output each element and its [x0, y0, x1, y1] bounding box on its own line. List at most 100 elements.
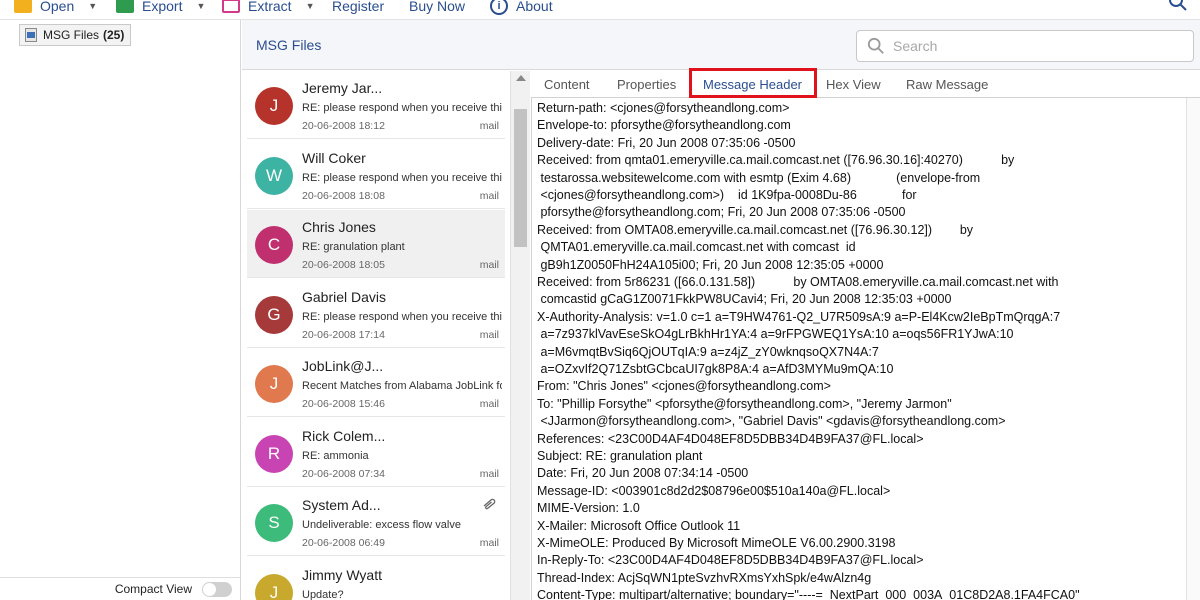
export-menu[interactable]: Export ▼: [116, 0, 205, 18]
avatar: S: [255, 504, 293, 542]
message-type: mail: [479, 329, 499, 341]
header-line: <JJarmon@forsytheandlong.com>, "Gabriel …: [537, 414, 1006, 428]
chevron-down-icon: ▼: [305, 1, 315, 11]
menu-bar: Open ▼ Export ▼ Extract ▼ Register Buy N…: [0, 0, 1200, 20]
header-line: Return-path: <cjones@forsytheandlong.com…: [537, 101, 790, 115]
header-line: Delivery-date: Fri, 20 Jun 2008 07:35:06…: [537, 136, 796, 150]
header-view-scrollbar[interactable]: [1186, 98, 1200, 600]
page-title: MSG Files: [256, 37, 322, 53]
header-line: gB9h1Z0050FhH24A105i00; Fri, 20 Jun 2008…: [537, 258, 884, 272]
search-icon[interactable]: [1168, 0, 1188, 12]
sender-name: Rick Colem...: [302, 428, 386, 444]
scrollbar-thumb[interactable]: [514, 109, 527, 247]
header-line: comcastid gCaG1Z0071FkkPW8UCavi4; Fri, 2…: [537, 292, 952, 306]
header-line: From: "Chris Jones" <cjones@forsytheandl…: [537, 379, 831, 393]
search-box[interactable]: [856, 30, 1194, 62]
folder-pane: MSG Files (25) Compact View: [0, 20, 241, 600]
compact-view-label: Compact View: [114, 582, 192, 596]
message-date: 20-06-2008 15:46: [302, 398, 385, 410]
avatar: J: [255, 365, 293, 403]
message-subject: Update?: [302, 589, 344, 600]
list-item[interactable]: W Will Coker RE: please respond when you…: [247, 141, 505, 209]
message-list-scrollbar[interactable]: [510, 71, 530, 600]
avatar: J: [255, 87, 293, 125]
message-date: 20-06-2008 06:49: [302, 537, 385, 549]
list-item[interactable]: R Rick Colem... RE: ammonia 20-06-2008 0…: [247, 419, 505, 487]
header-line: a=M6vmqtBvSiq6QjOUTqIA:9 a=z4jZ_zY0wknqs…: [537, 345, 879, 359]
search-icon: [867, 37, 884, 54]
list-item[interactable]: J Jeremy Jar... RE: please respond when …: [247, 71, 505, 139]
export-label: Export: [142, 0, 183, 14]
message-type: mail: [479, 468, 499, 480]
tab-raw-message[interactable]: Raw Message: [906, 71, 988, 98]
message-type: mail: [479, 537, 499, 549]
header-line: Thread-Index: AcjSqWN1pteSvzhvRXmsYxhSpk…: [537, 571, 872, 585]
folder-icon: [14, 0, 32, 13]
sender-name: Gabriel Davis: [302, 289, 387, 305]
tree-node-label: MSG Files: [43, 28, 100, 42]
message-date: 20-06-2008 18:08: [302, 190, 385, 202]
about-button[interactable]: i About: [490, 0, 553, 18]
header-line: References: <23C00D4AF4D048EF8D5DBB34D4B…: [537, 432, 924, 446]
msg-file-icon: [25, 28, 37, 42]
about-label: About: [516, 0, 553, 14]
header-line: Content-Type: multipart/alternative; bou…: [537, 588, 1080, 600]
buy-now-button[interactable]: Buy Now: [409, 0, 465, 18]
search-input[interactable]: [893, 38, 1173, 54]
paperclip-icon: [483, 498, 496, 510]
register-label: Register: [332, 0, 385, 14]
message-subject: RE: please respond when you receive this: [302, 102, 502, 114]
sender-name: Jimmy Wyatt: [302, 567, 382, 583]
sender-name: System Ad...: [302, 497, 381, 513]
header-line: QMTA01.emeryville.ca.mail.comcast.net wi…: [537, 240, 856, 254]
avatar: W: [255, 157, 293, 195]
tab-hex-view[interactable]: Hex View: [826, 71, 881, 98]
info-icon: i: [490, 0, 508, 15]
avatar: C: [255, 226, 293, 264]
message-list: J Jeremy Jar... RE: please respond when …: [242, 71, 510, 600]
compact-view-toggle[interactable]: [202, 581, 232, 597]
message-subject: Recent Matches from Alabama JobLink for: [302, 380, 502, 392]
header-line: In-Reply-To: <23C00D4AF4D048EF8D5DBB34D4…: [537, 553, 924, 567]
header-line: Received: from qmta01.emeryville.ca.mail…: [537, 153, 1015, 167]
compact-view-row: Compact View: [0, 577, 240, 600]
avatar: G: [255, 296, 293, 334]
sender-name: Will Coker: [302, 150, 366, 166]
open-menu[interactable]: Open ▼: [14, 0, 97, 18]
header-line: a=OZxvIf2Q71ZsbtGCbcaUI7gk8P8A:4 a=AfD3M…: [537, 362, 894, 376]
extract-icon: [222, 0, 240, 13]
tab-content[interactable]: Content: [544, 71, 590, 98]
header-line: Message-ID: <003901c8d2d2$08796e00$510a1…: [537, 484, 891, 498]
list-item[interactable]: G Gabriel Davis RE: please respond when …: [247, 280, 505, 348]
header-line: MIME-Version: 1.0: [537, 501, 640, 515]
register-button[interactable]: Register: [332, 0, 384, 18]
header-line: Date: Fri, 20 Jun 2008 07:34:14 -0500: [537, 466, 749, 480]
tab-properties[interactable]: Properties: [617, 71, 676, 98]
list-item[interactable]: S System Ad... Undeliverable: excess flo…: [247, 488, 505, 556]
extract-menu[interactable]: Extract ▼: [222, 0, 315, 18]
extract-label: Extract: [248, 0, 292, 14]
header-line: X-Mailer: Microsoft Office Outlook 11: [537, 519, 741, 533]
message-subject: Undeliverable: excess flow valve: [302, 519, 461, 531]
tree-node-msg-files[interactable]: MSG Files (25): [19, 24, 132, 46]
header-line: a=7z937klVavEseSkO4gLrBkhHr1YA:4 a=9rFPG…: [537, 327, 1014, 341]
sender-name: Jeremy Jar...: [302, 80, 383, 96]
message-subject: RE: please respond when you receive this: [302, 311, 502, 323]
list-item[interactable]: J Jimmy Wyatt Update?: [247, 558, 505, 600]
list-item-selected[interactable]: C Chris Jones RE: granulation plant 20-0…: [247, 210, 505, 278]
header-line: <cjones@forsytheandlong.com>) id 1K9fpa-…: [537, 188, 917, 202]
header-line: Subject: RE: granulation plant: [537, 449, 703, 463]
message-date: 20-06-2008 18:12: [302, 120, 385, 132]
header-line: Received: from OMTA08.emeryville.ca.mail…: [537, 223, 974, 237]
active-tab-highlight: [689, 68, 817, 98]
header-line: Envelope-to: pforsythe@forsytheandlong.c…: [537, 118, 791, 132]
avatar: J: [255, 574, 293, 600]
header-line: pforsythe@forsytheandlong.com; Fri, 20 J…: [537, 205, 906, 219]
message-date: 20-06-2008 18:05: [302, 259, 385, 271]
header-line: To: "Phillip Forsythe" <pforsythe@forsyt…: [537, 397, 952, 411]
header-line: testarossa.websitewelcome.com with esmtp…: [537, 171, 981, 185]
message-type: mail: [479, 190, 499, 202]
message-subject: RE: granulation plant: [302, 241, 405, 253]
scroll-up-icon[interactable]: [516, 75, 526, 81]
list-item[interactable]: J JobLink@J... Recent Matches from Alaba…: [247, 349, 505, 417]
